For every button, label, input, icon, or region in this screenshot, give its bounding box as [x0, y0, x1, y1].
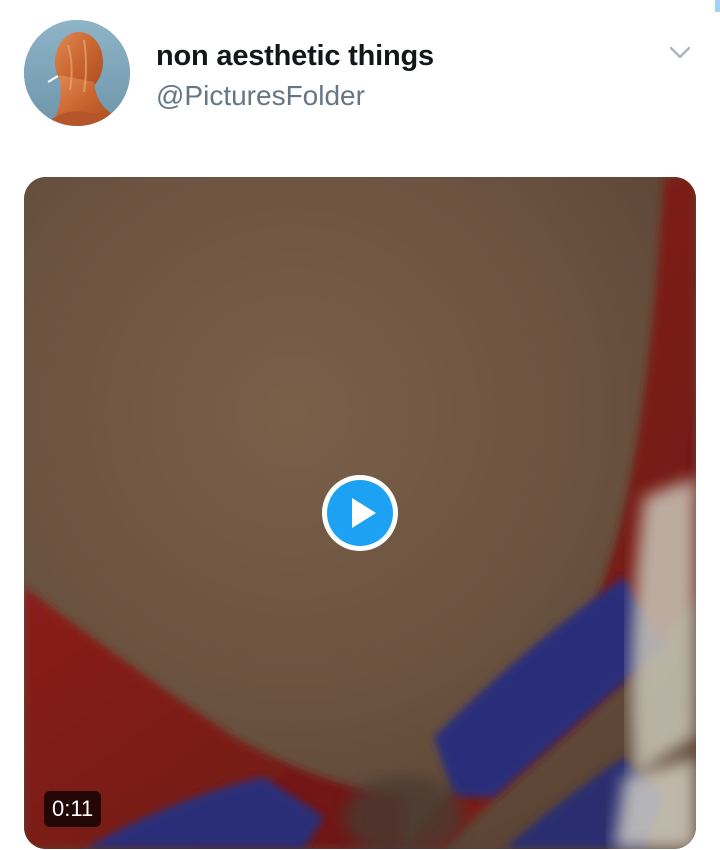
play-icon[interactable]: [320, 473, 400, 553]
author-display-name[interactable]: non aesthetic things: [156, 38, 434, 74]
avatar[interactable]: [24, 20, 130, 126]
video-duration-badge: 0:11: [44, 791, 102, 827]
chevron-down-icon[interactable]: [666, 38, 694, 66]
tweet-header: non aesthetic things @PicturesFolder: [24, 20, 696, 130]
scroll-indicator: [715, 0, 720, 12]
author-handle[interactable]: @PicturesFolder: [156, 76, 434, 116]
video-player[interactable]: 0:11: [24, 177, 696, 849]
author-info[interactable]: non aesthetic things @PicturesFolder: [156, 38, 434, 116]
tweet-page: non aesthetic things @PicturesFolder 0:1…: [0, 0, 720, 850]
avatar-photo: [24, 20, 130, 126]
